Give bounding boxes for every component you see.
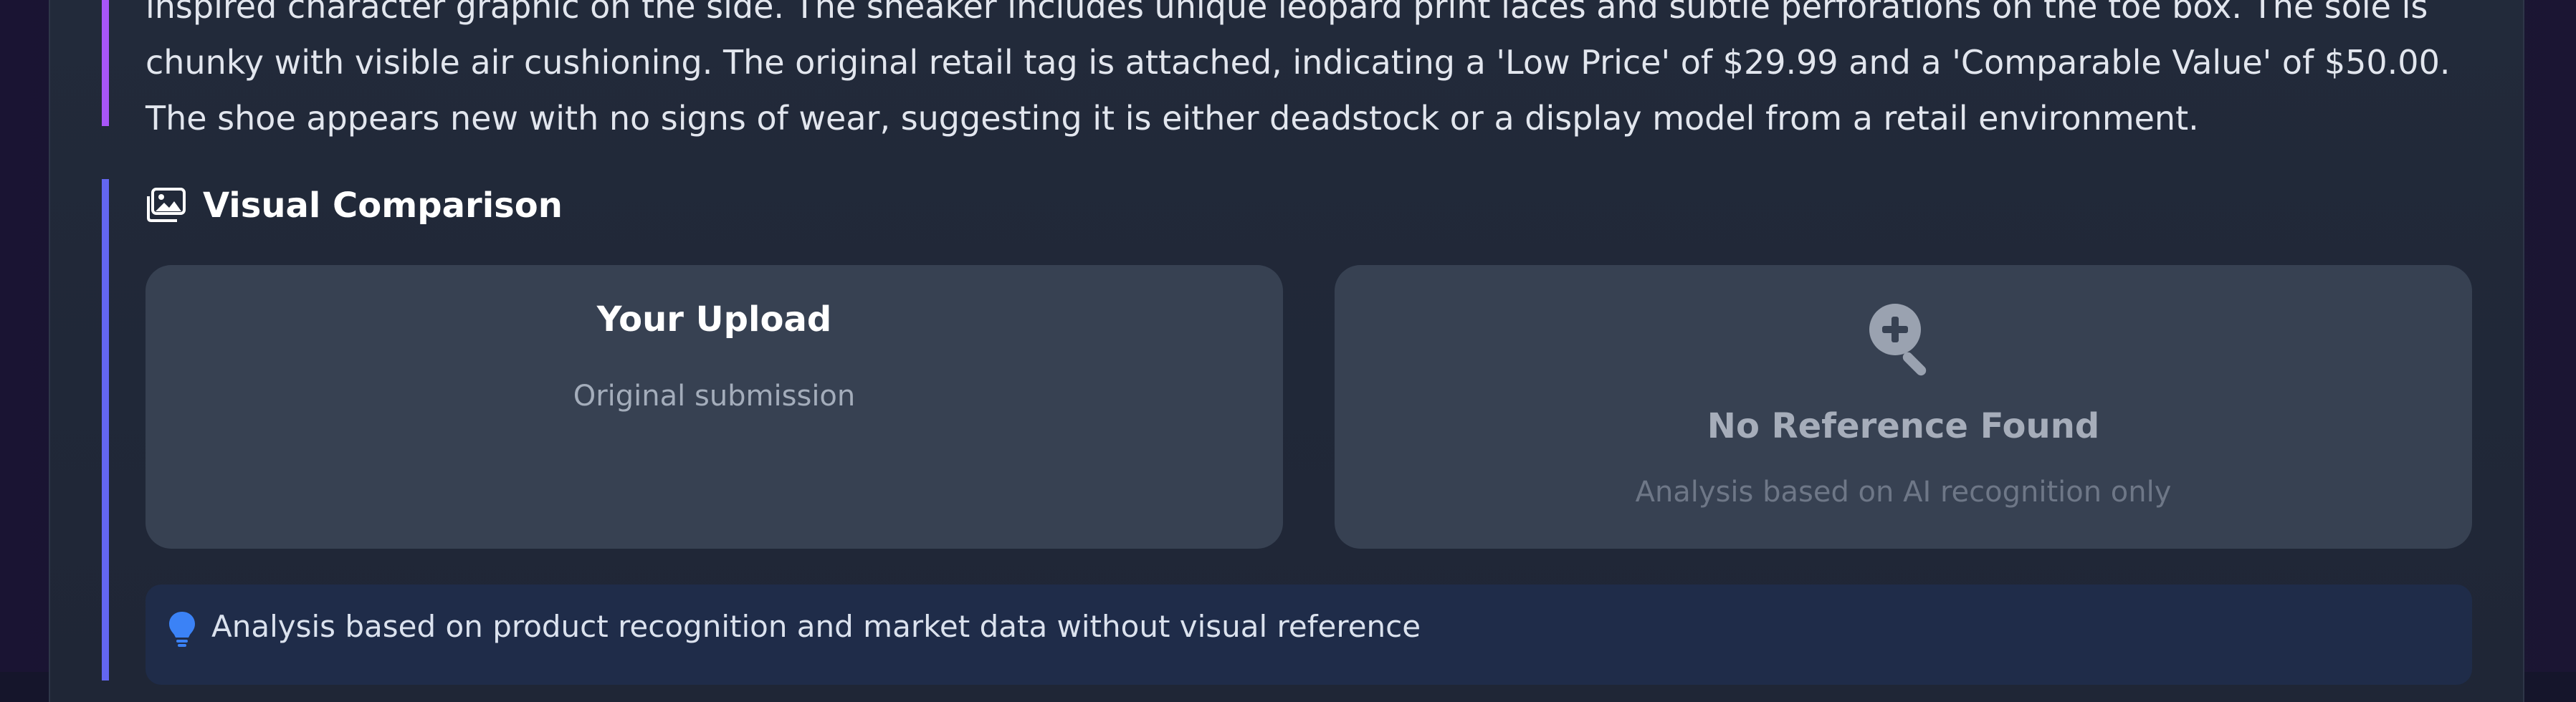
analysis-note: Analysis based on product recognition an…: [146, 585, 2472, 685]
search-plus-icon: [1865, 299, 1944, 378]
upload-card-title: Your Upload: [596, 299, 832, 340]
upload-card[interactable]: Your Upload Original submission: [146, 265, 1283, 549]
upload-card-subtitle: Original submission: [573, 380, 856, 413]
visual-comparison-title: Visual Comparison: [203, 186, 563, 226]
no-reference-subtitle: Analysis based on AI recognition only: [1635, 476, 2172, 509]
images-icon: [146, 188, 186, 223]
reference-card: No Reference Found Analysis based on AI …: [1335, 265, 2472, 549]
no-reference-title: No Reference Found: [1707, 406, 2100, 446]
visual-comparison-header: Visual Comparison: [146, 181, 563, 231]
description-text: inspired character graphic on the side. …: [146, 0, 2451, 138]
analysis-note-text: Analysis based on product recognition an…: [211, 609, 1421, 644]
lightbulb-icon: [167, 610, 197, 648]
